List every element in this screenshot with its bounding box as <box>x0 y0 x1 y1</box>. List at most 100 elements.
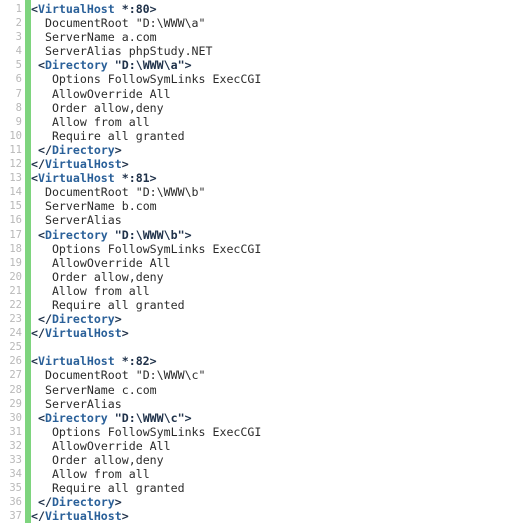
line-number: 5 <box>15 59 22 72</box>
code-token-plain: ServerAlias phpStudy.NET <box>44 44 213 59</box>
line-number: 19 <box>9 256 22 269</box>
line-number: 11 <box>9 143 22 156</box>
line-number: 7 <box>15 87 22 100</box>
code-line[interactable]: ServerAlias phpStudy.NET <box>31 44 524 58</box>
line-number: 18 <box>9 242 22 255</box>
code-token-punct: > <box>114 142 122 157</box>
code-line[interactable]: AllowOverride All <box>31 439 524 453</box>
code-line[interactable]: Options FollowSymLinks ExecCGI <box>31 242 524 256</box>
code-token-tag: VirtualHost <box>37 354 115 369</box>
line-number: 14 <box>9 186 22 199</box>
code-token-plain: ServerName a.com <box>44 30 157 45</box>
line-number: 33 <box>9 454 22 466</box>
code-line[interactable]: Order allow,deny <box>31 270 524 284</box>
code-line[interactable]: Require all granted <box>31 129 524 143</box>
code-line[interactable]: <VirtualHost *:81> <box>31 171 524 185</box>
code-line[interactable]: </Directory> <box>31 143 524 157</box>
code-line[interactable] <box>31 340 524 354</box>
code-token-punct: < <box>31 2 38 16</box>
line-number: 35 <box>9 482 22 495</box>
code-line[interactable]: DocumentRoot "D:\WWW\c" <box>31 368 524 382</box>
code-token-tag: VirtualHost <box>44 509 122 523</box>
code-line[interactable]: Allow from all <box>31 284 524 298</box>
code-line[interactable]: Require all granted <box>31 481 524 495</box>
code-line[interactable]: </VirtualHost> <box>31 509 524 523</box>
code-content-area[interactable]: <VirtualHost *:80> DocumentRoot "D:\WWW\… <box>31 0 524 523</box>
code-line[interactable]: Options FollowSymLinks ExecCGI <box>31 72 524 86</box>
code-line[interactable]: Options FollowSymLinks ExecCGI <box>31 425 524 439</box>
code-line[interactable]: ServerAlias <box>31 213 524 227</box>
code-line[interactable]: </Directory> <box>31 495 524 509</box>
code-line[interactable]: <Directory "D:\WWW\b"> <box>31 228 524 242</box>
code-token-plain: ServerName b.com <box>44 199 157 214</box>
line-number: 10 <box>9 129 22 142</box>
code-token-punct: < <box>31 171 38 186</box>
code-token-punct: *:81> <box>114 171 157 186</box>
line-number: 22 <box>9 298 22 311</box>
code-token-tag: VirtualHost <box>37 2 115 16</box>
line-number: 21 <box>9 284 22 297</box>
code-token-plain: Require all granted <box>51 297 185 312</box>
code-token-punct: < <box>31 354 38 369</box>
code-line[interactable]: <Directory "D:\WWW\a"> <box>31 58 524 72</box>
code-token-punct: > <box>114 312 122 327</box>
code-line[interactable]: </VirtualHost> <box>31 326 524 340</box>
line-number: 3 <box>15 31 22 44</box>
editor-gutter[interactable]: 1 2 3 4 5 6 7 8 9 10 11 12 13 14 15 16 17 18 19 20 21 22 23 24 2… <box>0 0 31 523</box>
code-token-plain: ServerAlias <box>44 213 122 228</box>
code-line[interactable]: DocumentRoot "D:\WWW\a" <box>31 16 524 30</box>
code-line[interactable]: ServerName c.com <box>31 383 524 397</box>
code-token-punct: < <box>37 58 45 73</box>
code-line[interactable]: ServerName a.com <box>31 30 524 44</box>
line-number: 17 <box>9 228 22 241</box>
line-number: 32 <box>9 439 22 452</box>
code-line[interactable]: <Directory "D:\WWW\c"> <box>31 411 524 425</box>
code-token-tag: VirtualHost <box>44 326 122 341</box>
code-token-punct: *:80> <box>114 2 157 16</box>
code-line[interactable]: Allow from all <box>31 467 524 481</box>
code-token-punct: > <box>114 495 122 510</box>
code-line[interactable]: </Directory> <box>31 312 524 326</box>
code-line[interactable]: <VirtualHost *:80> <box>31 2 524 16</box>
code-line[interactable]: Order allow,deny <box>31 453 524 467</box>
code-line[interactable]: ServerAlias <box>31 397 524 411</box>
code-line[interactable]: AllowOverride All <box>31 256 524 270</box>
line-number: 12 <box>9 158 22 171</box>
code-token-plain: Require all granted <box>51 128 185 143</box>
code-line[interactable]: Order allow,deny <box>31 101 524 115</box>
code-line[interactable]: Require all granted <box>31 298 524 312</box>
code-token-plain: DocumentRoot "D:\WWW\a" <box>44 16 206 31</box>
code-token-punct: </ <box>37 312 52 327</box>
code-token-plain: AllowOverride All <box>51 438 171 453</box>
code-line[interactable]: AllowOverride All <box>31 87 524 101</box>
code-token-punct: </ <box>31 509 45 523</box>
code-token-plain: AllowOverride All <box>51 255 171 270</box>
line-number: 30 <box>9 411 22 424</box>
code-editor[interactable]: 1 2 3 4 5 6 7 8 9 10 11 12 13 14 15 16 17 18 19 20 21 22 23 24 2… <box>0 0 524 523</box>
code-token-punct: </ <box>37 495 52 510</box>
code-token-punct: < <box>37 410 45 425</box>
code-line[interactable]: Allow from all <box>31 115 524 129</box>
code-token-plain: ServerName c.com <box>44 382 157 397</box>
code-token-plain: Options FollowSymLinks ExecCGI <box>51 241 262 256</box>
code-line[interactable]: ServerName b.com <box>31 199 524 213</box>
code-line[interactable]: DocumentRoot "D:\WWW\b" <box>31 185 524 199</box>
line-number: 13 <box>9 172 22 185</box>
code-token-punct: < <box>37 227 45 242</box>
code-token-tag: Directory <box>51 312 115 327</box>
code-line[interactable]: <VirtualHost *:82> <box>31 354 524 368</box>
code-line[interactable]: </VirtualHost> <box>31 157 524 171</box>
code-token-punct: > <box>121 157 129 172</box>
